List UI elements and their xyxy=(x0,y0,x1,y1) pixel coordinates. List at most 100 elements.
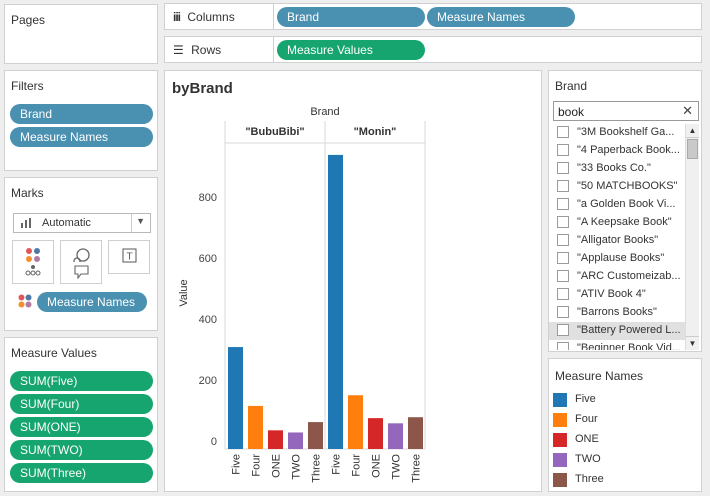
detail-button[interactable] xyxy=(12,262,54,284)
chart-panel: byBrand Brand Value "BubuBibi" "Monin" 0 20… xyxy=(164,70,542,492)
scroll-down-icon[interactable]: ▼ xyxy=(686,336,699,350)
brand-item-label: "ATIV Book 4" xyxy=(577,288,646,300)
legend-swatch xyxy=(553,393,567,407)
x-tick-label: TWO xyxy=(291,454,303,480)
brand-checkbox[interactable] xyxy=(557,162,569,174)
legend-label: Four xyxy=(575,413,598,425)
legend-swatch xyxy=(553,453,567,467)
pages-shelf[interactable]: Pages xyxy=(4,4,158,64)
bar[interactable] xyxy=(228,347,243,449)
bar[interactable] xyxy=(408,417,423,449)
brand-list-item[interactable]: "4 Paperback Book... xyxy=(555,142,685,160)
x-tick-label: TWO xyxy=(391,454,403,480)
scrollbar-thumb[interactable] xyxy=(687,139,698,159)
marks-card: Marks Automatic ▼ T Measure Names xyxy=(4,177,158,331)
brand-checkbox[interactable] xyxy=(557,180,569,192)
columns-pill-measure-names[interactable]: Measure Names xyxy=(427,7,575,27)
brand-checkbox[interactable] xyxy=(557,270,569,282)
brand-list-item[interactable]: "ATIV Book 4" xyxy=(555,286,685,304)
brand-list-item[interactable]: "Alligator Books" xyxy=(555,232,685,250)
bar[interactable] xyxy=(348,395,363,449)
filter-pill-brand[interactable]: Brand xyxy=(10,104,153,124)
tooltip-icon xyxy=(74,265,89,279)
brand-checkbox[interactable] xyxy=(557,324,569,336)
brand-list-item[interactable]: "3M Bookshelf Ga... xyxy=(555,124,685,142)
measure-values-title: Measure Values xyxy=(11,346,97,360)
brand-checkbox[interactable] xyxy=(557,144,569,156)
rows-shelf[interactable]: ☰ Rows Measure Values xyxy=(164,36,702,63)
bar[interactable] xyxy=(308,422,323,449)
columns-shelf[interactable]: iii Columns Brand Measure Names xyxy=(164,3,702,30)
brand-checkbox[interactable] xyxy=(557,342,569,350)
measure-pill-one[interactable]: SUM(ONE) xyxy=(10,417,153,437)
x-tick-label: ONE xyxy=(271,454,283,478)
brand-list-item[interactable]: "Battery Powered L... xyxy=(549,322,685,340)
clear-search-icon[interactable]: ✕ xyxy=(682,103,693,119)
brand-item-label: "3M Bookshelf Ga... xyxy=(577,126,675,138)
legend-title: Measure Names xyxy=(555,369,644,383)
brand-item-label: "4 Paperback Book... xyxy=(577,144,680,156)
column-header-label: Brand xyxy=(310,106,339,118)
brand-filter-title: Brand xyxy=(555,79,588,93)
bar-chart: byBrand Brand Value "BubuBibi" "Monin" 0 20… xyxy=(172,80,426,483)
measure-pill-three[interactable]: SUM(Three) xyxy=(10,463,153,483)
mark-type-dropdown[interactable]: Automatic ▼ xyxy=(13,213,151,233)
bar[interactable] xyxy=(328,154,343,449)
columns-pill-brand[interactable]: Brand xyxy=(277,7,425,27)
bar[interactable] xyxy=(368,418,383,449)
legend-swatch xyxy=(553,413,567,427)
brand-checkbox[interactable] xyxy=(557,198,569,210)
scroll-up-icon[interactable]: ▲ xyxy=(686,124,699,138)
brand-list-item[interactable]: "33 Books Co." xyxy=(555,160,685,178)
pane-header: "Monin" xyxy=(354,126,397,138)
x-tick-label: Five xyxy=(231,454,243,475)
columns-icon: iii xyxy=(173,10,181,24)
bar-chart-icon xyxy=(21,218,31,228)
tooltip-button[interactable] xyxy=(60,262,102,284)
label-button[interactable]: T xyxy=(108,240,150,274)
brand-checkbox[interactable] xyxy=(557,288,569,300)
brand-checkbox[interactable] xyxy=(557,126,569,138)
legend-label: Three xyxy=(575,473,604,485)
marks-color-pill[interactable]: Measure Names xyxy=(37,292,147,312)
brand-search-input[interactable]: book xyxy=(558,105,584,119)
brand-list-item[interactable]: "Beginner Book Vid... xyxy=(555,340,685,350)
brand-list-item[interactable]: "Barrons Books" xyxy=(555,304,685,322)
x-tick-label: Three xyxy=(311,454,323,483)
legend-label: TWO xyxy=(575,453,601,465)
brand-search-box[interactable]: book ✕ xyxy=(553,101,699,121)
y-tick-label: 800 xyxy=(199,192,217,204)
measure-pill-five[interactable]: SUM(Five) xyxy=(10,371,153,391)
brand-list-item[interactable]: "a Golden Book Vi... xyxy=(555,196,685,214)
measure-pill-two[interactable]: SUM(TWO) xyxy=(10,440,153,460)
filter-pill-measure-names[interactable]: Measure Names xyxy=(10,127,153,147)
brand-item-label: "A Keepsake Book" xyxy=(577,216,672,228)
brand-checkbox[interactable] xyxy=(557,216,569,228)
brand-list-item[interactable]: "A Keepsake Book" xyxy=(555,214,685,232)
brand-list-scrollbar[interactable]: ▲ ▼ xyxy=(685,124,699,350)
filters-shelf[interactable]: Filters Brand Measure Names xyxy=(4,70,158,171)
bar[interactable] xyxy=(248,405,263,449)
measure-values-shelf: Measure Values SUM(Five) SUM(Four) SUM(O… xyxy=(4,337,158,492)
bar[interactable] xyxy=(288,432,303,449)
y-tick-label: 200 xyxy=(199,375,217,387)
legend-label: Five xyxy=(575,393,596,405)
columns-label: iii Columns xyxy=(173,10,235,24)
brand-list-item[interactable]: "ARC Customeizab... xyxy=(555,268,685,286)
bar[interactable] xyxy=(388,423,403,449)
measure-pill-four[interactable]: SUM(Four) xyxy=(10,394,153,414)
bar[interactable] xyxy=(268,430,283,449)
color-icon xyxy=(26,248,40,262)
legend-swatch xyxy=(553,433,567,447)
rows-pill-measure-values[interactable]: Measure Values xyxy=(277,40,425,60)
brand-checkbox[interactable] xyxy=(557,234,569,246)
brand-list-item[interactable]: "Applause Books" xyxy=(555,250,685,268)
brand-item-label: "33 Books Co." xyxy=(577,162,651,174)
marks-title: Marks xyxy=(11,186,44,200)
brand-checkbox[interactable] xyxy=(557,306,569,318)
brand-checkbox[interactable] xyxy=(557,252,569,264)
legend-label: ONE xyxy=(575,433,599,445)
brand-list: "3M Bookshelf Ga... "4 Paperback Book... "… xyxy=(549,124,685,350)
pane-header: "BubuBibi" xyxy=(245,126,304,138)
brand-list-item[interactable]: "50 MATCHBOOKS" xyxy=(555,178,685,196)
